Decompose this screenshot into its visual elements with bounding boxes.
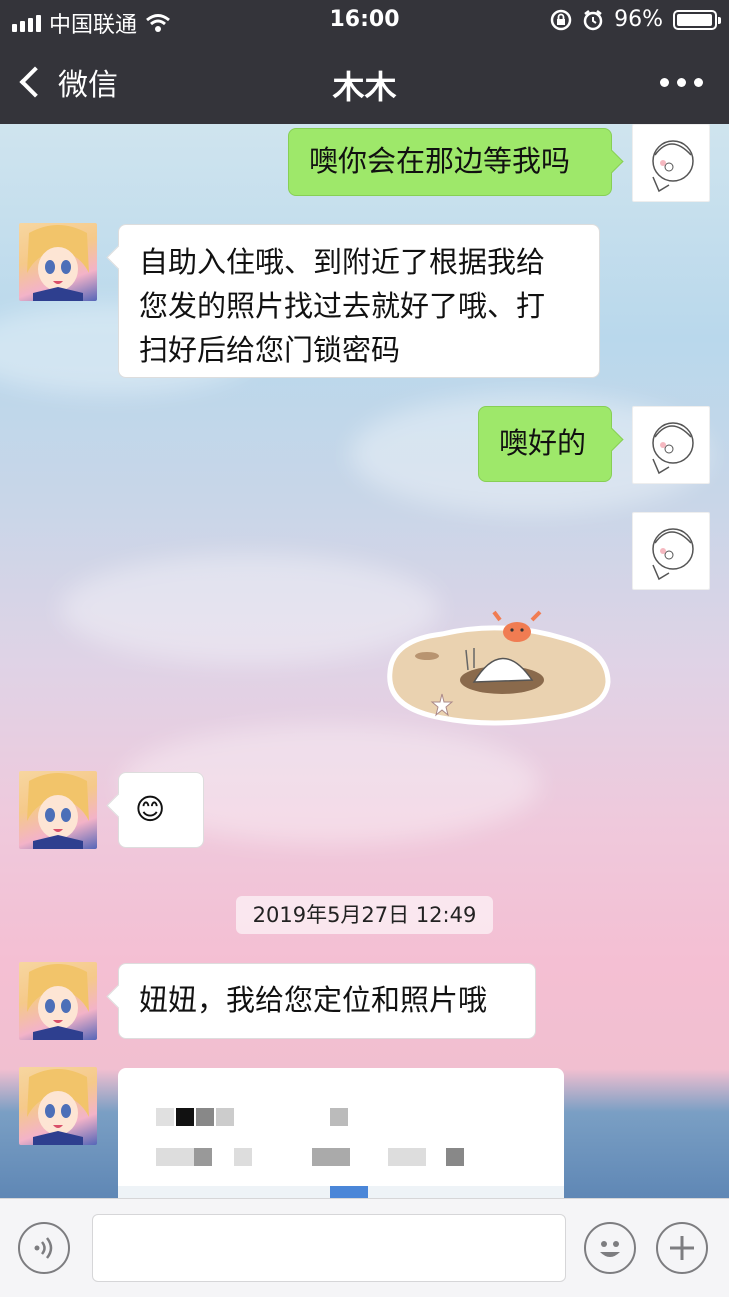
message-text: 噢你会在那边等我吗 [309, 144, 571, 178]
message-text: 噢好的 [499, 426, 587, 460]
contact-avatar[interactable] [19, 771, 97, 849]
pixelated-text [196, 1108, 214, 1126]
message-text-line: 您发的照片找过去就好了哦、打 [139, 289, 546, 323]
voice-icon[interactable] [18, 1222, 70, 1274]
chat-title: 木木 [332, 68, 397, 106]
pixelated-text [156, 1108, 174, 1126]
status-right: 96% [550, 7, 721, 32]
pixelated-text [176, 1108, 194, 1126]
pixelated-text [234, 1148, 252, 1166]
pixelated-text [216, 1108, 234, 1126]
rotation-lock-icon [550, 9, 572, 30]
input-bar [0, 1198, 729, 1297]
contact-avatar[interactable] [19, 962, 97, 1040]
message-input[interactable] [92, 1214, 566, 1282]
my-avatar[interactable] [632, 512, 710, 590]
message-text: 妞妞，我给您定位和照片哦 [139, 983, 488, 1017]
pixelated-text [194, 1148, 212, 1166]
message-text-line: 自助入住哦、到附近了根据我给 [139, 245, 546, 279]
pixelated-text [330, 1108, 348, 1126]
emoji-icon[interactable] [584, 1222, 636, 1274]
my-avatar[interactable] [632, 124, 710, 202]
message-bubble-outgoing[interactable]: 噢好的 [478, 406, 612, 482]
pixelated-text [312, 1148, 350, 1166]
smile-emoji-icon: 😊 [135, 792, 166, 826]
crab-in-sand-sticker[interactable] [382, 610, 614, 730]
anime-avatar-drawing [27, 773, 89, 849]
anime-avatar-drawing [27, 964, 89, 1040]
status-bar: 中国联通 16:00 96% [0, 0, 729, 40]
girl-avatar-drawing [652, 528, 694, 581]
girl-avatar-drawing [652, 140, 694, 193]
contact-avatar[interactable] [19, 223, 97, 301]
plus-icon[interactable] [656, 1222, 708, 1274]
location-card[interactable] [118, 1068, 564, 1198]
anime-avatar-drawing [27, 225, 89, 301]
timestamp: 2019年5月27日 12:49 [236, 896, 493, 934]
nav-bar: 微信 木木 [0, 40, 729, 124]
pixelated-text [446, 1148, 464, 1166]
chat-area[interactable]: 噢你会在那边等我吗 自助入住哦、到附近了根据我给 您发的照片找过去就好了哦、打 … [0, 124, 729, 1198]
battery-icon [673, 9, 721, 30]
pixelated-text [388, 1148, 426, 1166]
pixelated-text [156, 1148, 194, 1166]
battery-percent: 96% [614, 7, 663, 32]
message-bubble-incoming[interactable]: 自助入住哦、到附近了根据我给 您发的照片找过去就好了哦、打 扫好后给您门锁密码 [118, 224, 600, 378]
contact-avatar[interactable] [19, 1067, 97, 1145]
map-pin [330, 1186, 368, 1198]
girl-avatar-drawing [652, 422, 694, 475]
message-bubble-incoming[interactable]: 😊 [118, 772, 204, 848]
more-dots-icon[interactable] [660, 78, 703, 87]
message-text-line: 扫好后给您门锁密码 [139, 333, 401, 367]
anime-avatar-drawing [27, 1069, 89, 1145]
message-bubble-outgoing[interactable]: 噢你会在那边等我吗 [288, 128, 612, 196]
alarm-icon [583, 9, 603, 30]
message-bubble-incoming[interactable]: 妞妞，我给您定位和照片哦 [118, 963, 536, 1039]
my-avatar[interactable] [632, 406, 710, 484]
